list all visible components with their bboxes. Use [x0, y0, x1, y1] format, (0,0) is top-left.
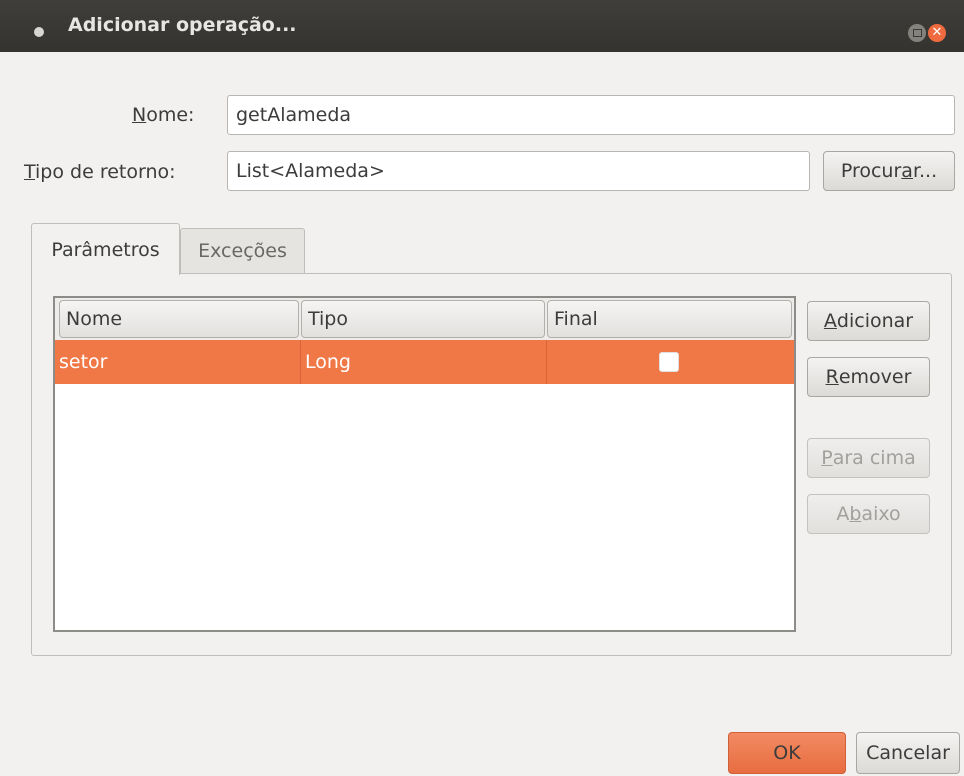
parameters-table[interactable]: Nome Tipo Final setor Long	[53, 296, 796, 632]
tab-excecoes[interactable]: Exceções	[180, 228, 305, 273]
table-header: Nome Tipo Final	[55, 298, 794, 340]
browse-button[interactable]: Procur a r...	[823, 151, 955, 191]
table-row[interactable]: setor Long	[55, 340, 794, 384]
window-title: Adicionar operação...	[68, 14, 297, 36]
close-icon[interactable]: ✕	[928, 24, 946, 42]
remove-button[interactable]: Remover	[807, 357, 930, 397]
return-type-label: Tipo de retorno:	[24, 161, 176, 183]
add-button[interactable]: Adicionar	[807, 301, 930, 341]
move-down-button[interactable]: Ab aixo	[807, 494, 930, 534]
tab-parametros[interactable]: Parâmetros	[31, 223, 180, 275]
move-up-button[interactable]: Para cima	[807, 438, 930, 478]
column-header-tipo[interactable]: Tipo	[301, 300, 545, 338]
name-label: Nome:	[132, 104, 195, 126]
cancel-button[interactable]: Cancelar	[856, 732, 960, 774]
window-menu-icon[interactable]	[34, 27, 44, 37]
cell-final[interactable]	[547, 340, 794, 384]
column-header-nome[interactable]: Nome	[59, 300, 299, 338]
cell-nome[interactable]: setor	[55, 340, 301, 384]
return-type-input[interactable]: List<Alameda>	[227, 151, 810, 191]
final-checkbox[interactable]	[659, 352, 679, 372]
title-bar: Adicionar operação... ✕	[0, 0, 964, 52]
maximize-icon[interactable]	[908, 24, 926, 42]
cell-tipo[interactable]: Long	[301, 340, 547, 384]
column-header-final[interactable]: Final	[547, 300, 792, 338]
name-input[interactable]: getAlameda	[227, 95, 955, 135]
ok-button[interactable]: OK	[728, 732, 846, 774]
